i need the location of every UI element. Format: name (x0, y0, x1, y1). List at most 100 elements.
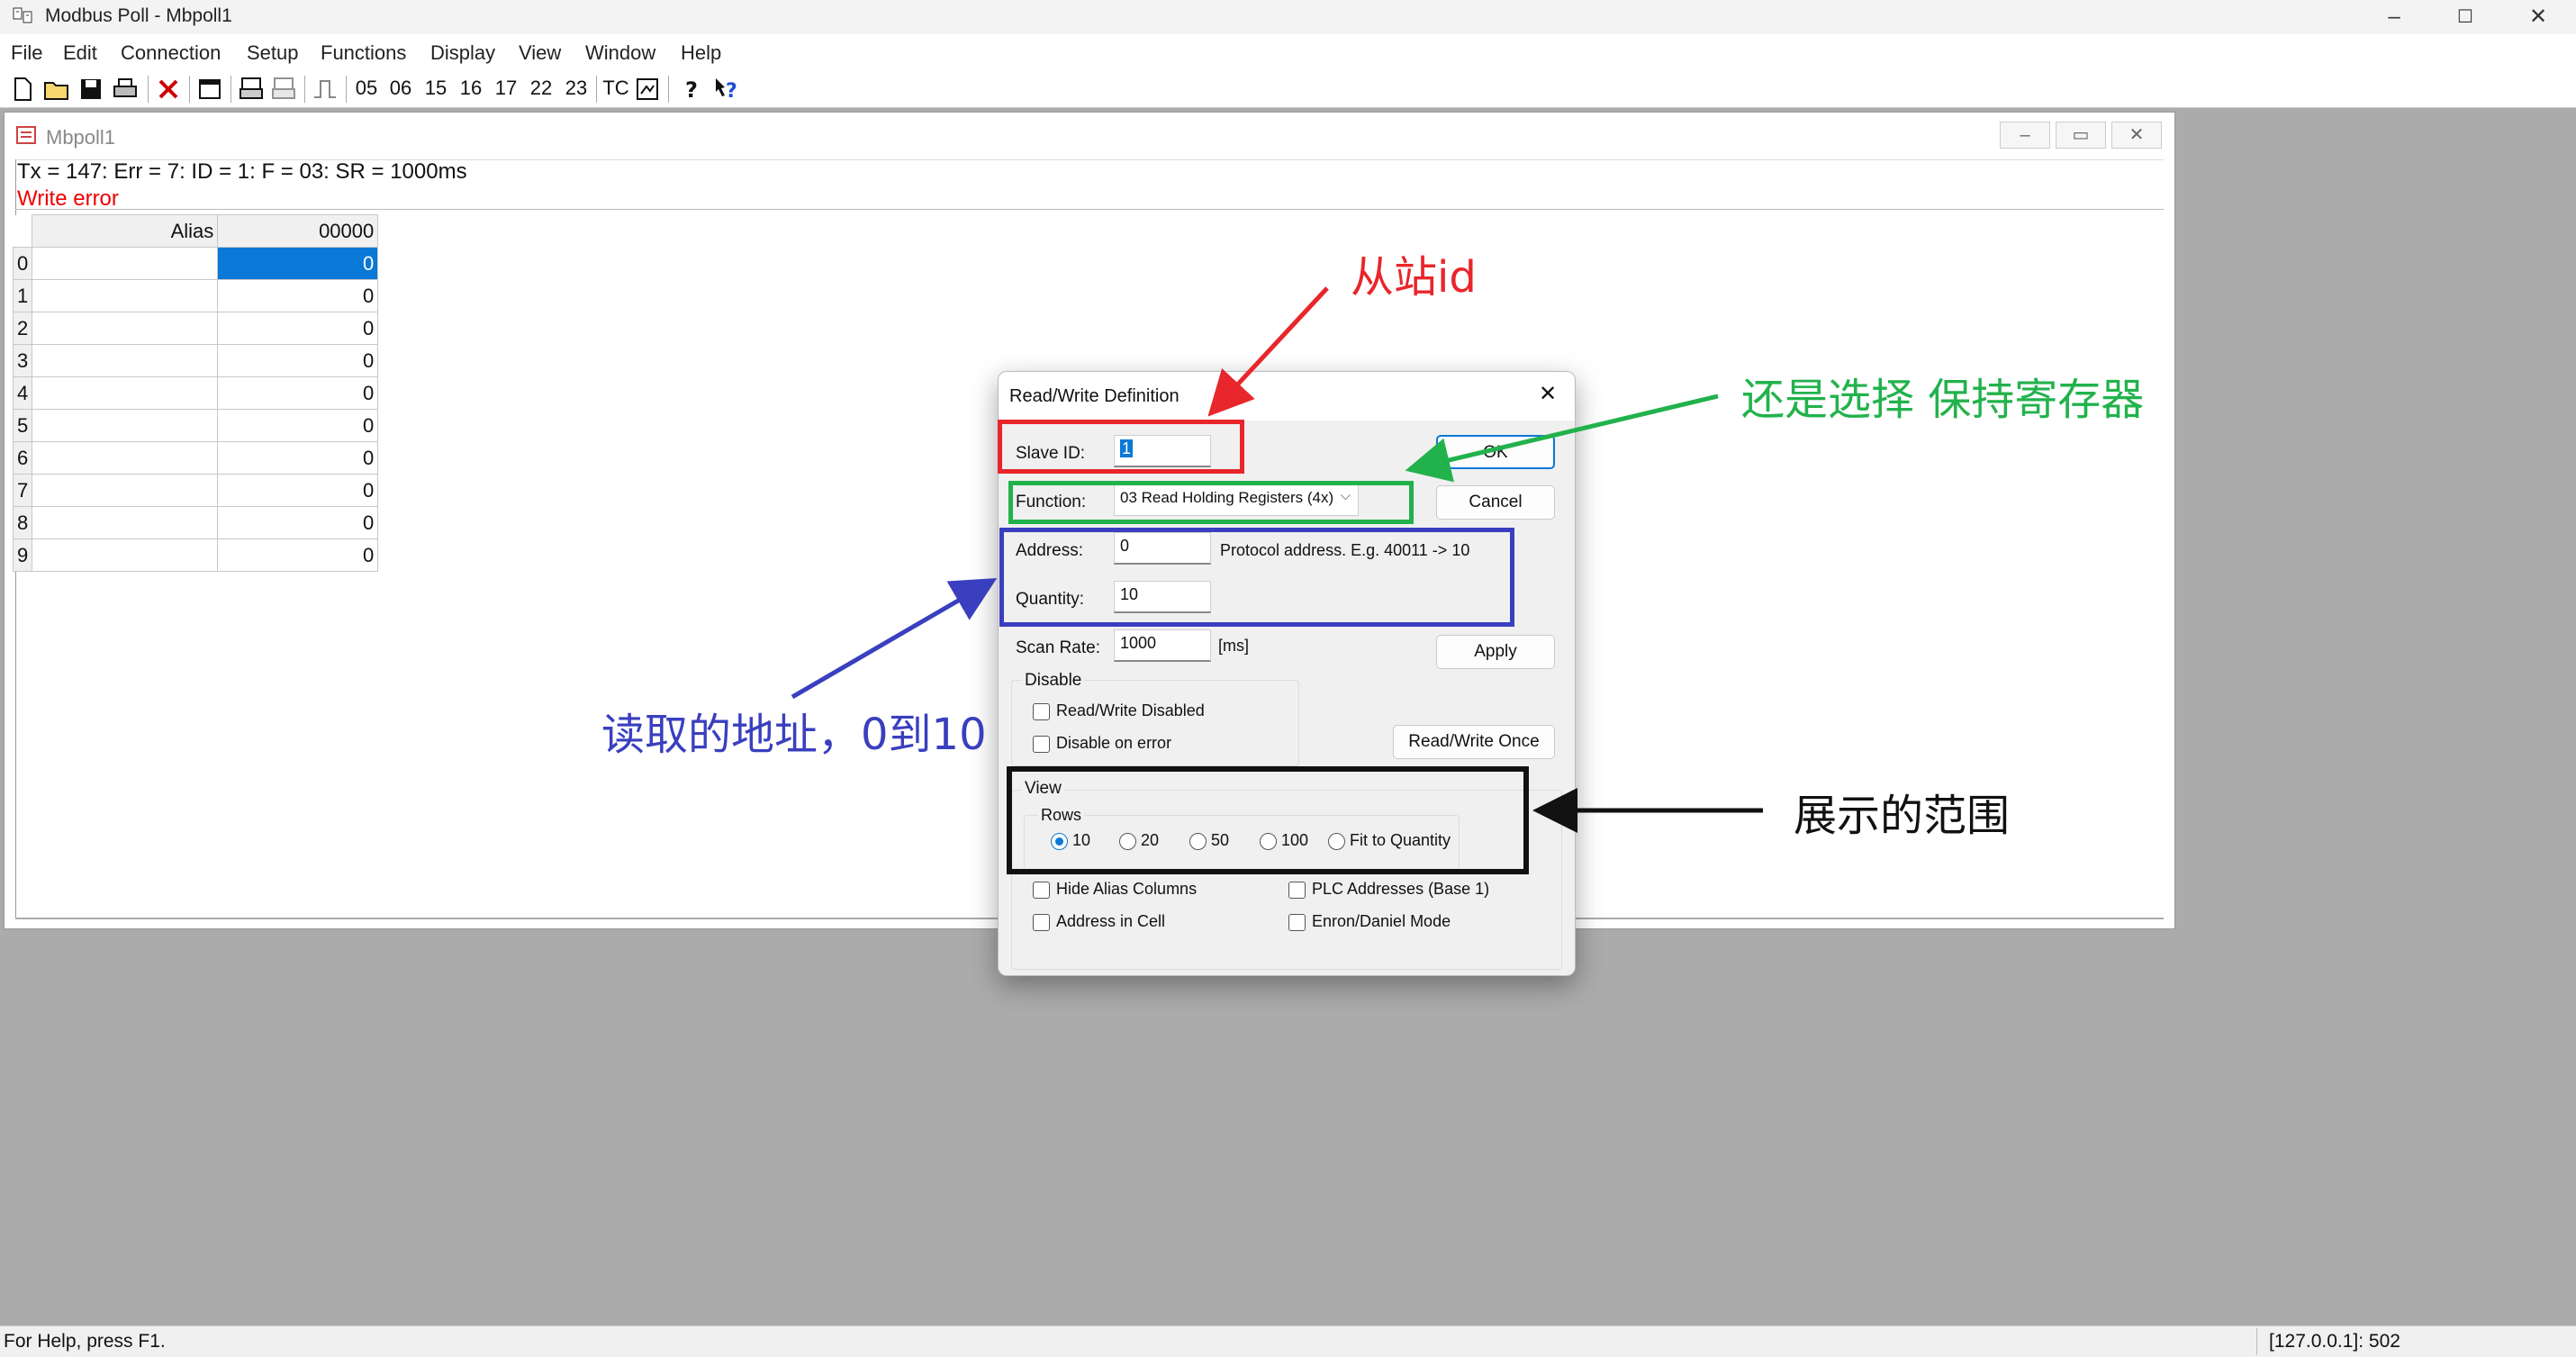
alias-column-header[interactable]: Alias (32, 214, 219, 248)
table-row: 80 (12, 506, 379, 539)
fc17-button[interactable]: 17 (493, 74, 520, 103)
traffic-button[interactable]: TC (601, 74, 630, 103)
alias-cell[interactable] (32, 441, 219, 475)
disconnect-icon[interactable] (155, 76, 182, 103)
fc22-button[interactable]: 22 (528, 74, 555, 103)
fc15-button[interactable]: 15 (422, 74, 449, 103)
view-highlight-box (1007, 766, 1529, 874)
poll-window-title: Mbpoll1 (46, 126, 116, 149)
fc05-button[interactable]: 05 (353, 74, 380, 103)
value-cell[interactable]: 0 (217, 441, 379, 475)
row-index: 5 (12, 409, 33, 442)
help-icon[interactable]: ? (679, 76, 706, 103)
connection-status: [127.0.0.1]: 502 (2269, 1331, 2400, 1352)
child-maximize-button[interactable]: ▭ (2056, 122, 2106, 149)
ok-button[interactable]: OK (1436, 435, 1555, 469)
menu-help[interactable]: Help (681, 41, 721, 65)
enron-mode-checkbox[interactable] (1288, 914, 1306, 931)
table-row: 60 (12, 441, 379, 475)
communication-icon[interactable] (634, 76, 661, 103)
save-icon[interactable] (77, 76, 104, 103)
app-icon (13, 7, 32, 23)
read-write-once-icon[interactable] (270, 76, 297, 103)
row-index: 8 (12, 506, 33, 539)
scan-rate-label: Scan Rate: (1016, 638, 1100, 657)
read-write-icon[interactable] (238, 76, 265, 103)
hide-alias-checkbox[interactable] (1033, 882, 1050, 899)
fc16-button[interactable]: 16 (457, 74, 484, 103)
dialog-close-icon[interactable]: ✕ (1539, 381, 1557, 407)
scan-rate-input[interactable]: 1000 (1114, 629, 1211, 662)
row-index: 7 (12, 474, 33, 507)
menu-display[interactable]: Display (430, 41, 495, 65)
maximize-button[interactable]: ☐ (2429, 0, 2501, 34)
value-cell[interactable]: 0 (217, 474, 379, 507)
value-cell[interactable]: 0 (217, 506, 379, 539)
disable-group (1011, 680, 1299, 766)
print-icon[interactable] (112, 76, 139, 103)
alias-cell[interactable] (32, 247, 219, 280)
pulse-icon[interactable] (312, 76, 339, 103)
value-cell[interactable]: 0 (217, 409, 379, 442)
table-row: 10 (12, 279, 379, 312)
value-cell[interactable]: 0 (217, 312, 379, 345)
menu-functions[interactable]: Functions (321, 41, 406, 65)
row-index: 2 (12, 312, 33, 345)
alias-cell[interactable] (32, 344, 219, 377)
value-cell-selected[interactable]: 0 (217, 247, 379, 280)
menu-file[interactable]: File (11, 41, 42, 65)
scan-rate-unit: [ms] (1218, 637, 1249, 655)
view-annotation: 展示的范围 (1794, 791, 2011, 841)
menu-window[interactable]: Window (585, 41, 655, 65)
address-in-cell-checkbox[interactable] (1033, 914, 1050, 931)
rw-disabled-checkbox[interactable] (1033, 703, 1050, 720)
enron-mode-label: Enron/Daniel Mode (1312, 912, 1451, 930)
address-highlight-box (999, 528, 1514, 627)
address-annotation: 读取的地址，0到10 (601, 710, 987, 760)
value-cell[interactable]: 0 (217, 279, 379, 312)
window-icon[interactable] (196, 76, 223, 103)
hide-alias-label: Hide Alias Columns (1056, 880, 1198, 898)
row-index: 6 (12, 441, 33, 475)
alias-cell[interactable] (32, 376, 219, 410)
value-cell[interactable]: 0 (217, 538, 379, 572)
apply-button[interactable]: Apply (1436, 635, 1555, 669)
menu-view[interactable]: View (519, 41, 561, 65)
alias-cell[interactable] (32, 538, 219, 572)
function-annotation: 还是选择 保持寄存器 (1741, 375, 2145, 425)
plc-addresses-label: PLC Addresses (Base 1) (1312, 880, 1490, 898)
cancel-button[interactable]: Cancel (1436, 485, 1555, 520)
table-row: 50 (12, 409, 379, 442)
menu-setup[interactable]: Setup (247, 41, 299, 65)
fc23-button[interactable]: 23 (563, 74, 590, 103)
alias-cell[interactable] (32, 409, 219, 442)
alias-cell[interactable] (32, 279, 219, 312)
read-write-once-button[interactable]: Read/Write Once (1393, 725, 1555, 759)
alias-cell[interactable] (32, 474, 219, 507)
plc-addresses-checkbox[interactable] (1288, 882, 1306, 899)
address-in-cell-label: Address in Cell (1056, 912, 1166, 930)
data-grid: Alias 00000 00 10 20 30 40 50 60 70 80 9… (12, 214, 379, 572)
document-icon (16, 126, 36, 144)
slave-id-highlight-box (998, 420, 1244, 474)
minimize-button[interactable]: – (2358, 0, 2430, 34)
value-cell[interactable]: 0 (217, 376, 379, 410)
disable-on-error-checkbox[interactable] (1033, 736, 1050, 753)
menu-connection[interactable]: Connection (121, 41, 221, 65)
close-button[interactable]: ✕ (2502, 0, 2574, 34)
alias-cell[interactable] (32, 312, 219, 345)
row-index: 0 (12, 247, 33, 280)
value-cell[interactable]: 0 (217, 344, 379, 377)
menu-edit[interactable]: Edit (63, 41, 97, 65)
child-minimize-button[interactable]: – (2000, 122, 2050, 149)
address-column-header[interactable]: 00000 (217, 214, 379, 248)
context-help-icon[interactable]: ? (713, 76, 740, 103)
alias-cell[interactable] (32, 506, 219, 539)
fc06-button[interactable]: 06 (387, 74, 414, 103)
new-file-icon[interactable] (9, 76, 36, 103)
open-folder-icon[interactable] (43, 76, 70, 103)
child-close-button[interactable]: ✕ (2111, 122, 2162, 149)
status-help-text: For Help, press F1. (4, 1331, 166, 1352)
window-title: Modbus Poll - Mbpoll1 (45, 5, 232, 26)
table-row: 40 (12, 376, 379, 410)
